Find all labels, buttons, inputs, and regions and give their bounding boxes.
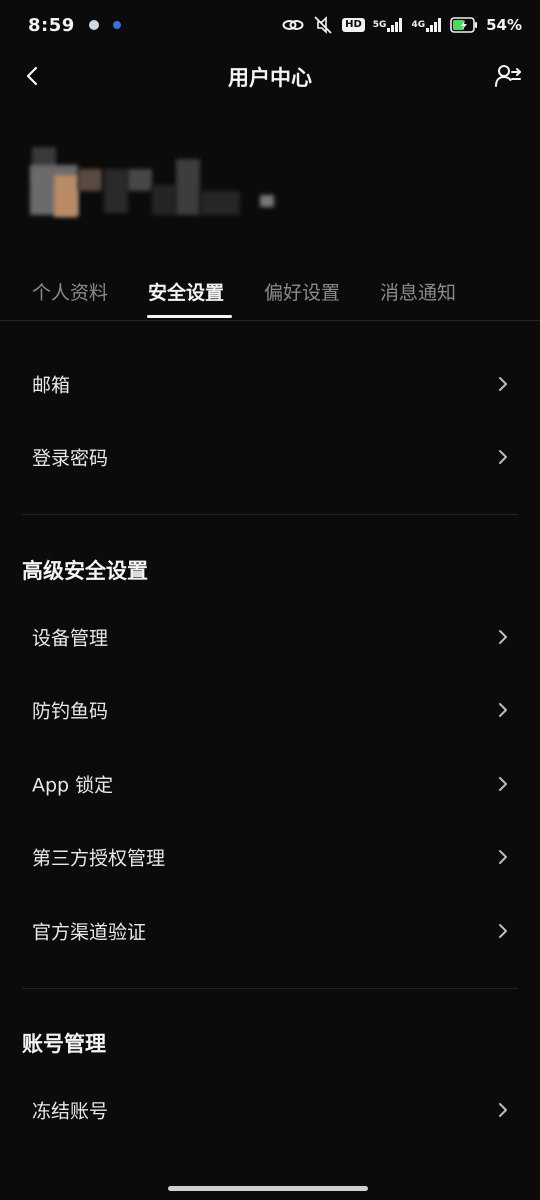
chevron-right-icon xyxy=(498,923,510,939)
chevron-right-icon xyxy=(498,776,510,792)
app-header: 用户中心 xyxy=(0,50,540,102)
mute-icon xyxy=(312,15,334,35)
app-notification-icon-2 xyxy=(112,21,121,29)
status-left: 8:59 xyxy=(28,15,121,36)
chevron-right-icon xyxy=(498,849,510,865)
signal-5g-icon: 5G xyxy=(373,18,404,32)
list-item-app-lock[interactable]: App 锁定 xyxy=(0,754,540,814)
active-tab-indicator xyxy=(147,315,232,318)
list-item-label: 设备管理 xyxy=(32,627,109,650)
blur-block xyxy=(104,169,128,213)
section-divider xyxy=(22,988,518,989)
blur-block xyxy=(260,195,274,207)
list-item-third-party-auth[interactable]: 第三方授权管理 xyxy=(0,827,540,887)
list-item-label: 邮箱 xyxy=(32,374,71,397)
tab-preferences[interactable]: 偏好设置 xyxy=(264,278,340,305)
blur-block xyxy=(54,175,78,217)
list-item-official-channel-verify[interactable]: 官方渠道验证 xyxy=(0,901,540,961)
status-right: HD 5G 4G 54% xyxy=(282,15,522,35)
hd-label: HD xyxy=(342,18,365,32)
list-item-login-password[interactable]: 登录密码 xyxy=(0,427,540,487)
app-notification-icon xyxy=(88,20,99,30)
list-item-label: 第三方授权管理 xyxy=(32,847,166,870)
tab-bar: 个人资料 安全设置 偏好设置 消息通知 xyxy=(0,268,540,321)
link-icon xyxy=(282,16,304,34)
chevron-right-icon xyxy=(498,376,510,392)
blur-block xyxy=(78,169,102,191)
section-divider xyxy=(22,514,518,515)
list-item-anti-phishing-code[interactable]: 防钓鱼码 xyxy=(0,680,540,740)
page-title: 用户中心 xyxy=(228,66,312,90)
list-item-label: 官方渠道验证 xyxy=(32,921,147,944)
blur-block xyxy=(200,191,240,215)
battery-percent: 54% xyxy=(486,16,522,34)
blur-block xyxy=(128,169,152,191)
status-bar: 8:59 HD 5G 4G 54% xyxy=(0,0,540,50)
blur-block xyxy=(152,185,176,215)
list-item-label: App 锁定 xyxy=(32,774,114,797)
chevron-right-icon xyxy=(498,702,510,718)
net-5g-label: 5G xyxy=(372,19,387,30)
list-item-label: 冻结账号 xyxy=(32,1100,109,1123)
tab-notifications[interactable]: 消息通知 xyxy=(380,278,456,305)
list-item-label: 登录密码 xyxy=(32,447,109,470)
chevron-right-icon xyxy=(498,449,510,465)
list-item-device-management[interactable]: 设备管理 xyxy=(0,607,540,667)
tab-security-settings[interactable]: 安全设置 xyxy=(148,278,224,305)
home-indicator[interactable] xyxy=(168,1186,368,1191)
list-item-label: 防钓鱼码 xyxy=(32,700,109,723)
switch-account-icon xyxy=(495,65,521,87)
section-title-advanced: 高级安全设置 xyxy=(22,559,148,583)
battery-charging-icon xyxy=(450,17,478,33)
net-4g-label: 4G xyxy=(411,19,426,30)
chevron-right-icon xyxy=(498,1102,510,1118)
switch-account-button[interactable] xyxy=(490,58,526,94)
chevron-right-icon xyxy=(498,629,510,645)
list-item-email[interactable]: 邮箱 xyxy=(0,354,540,414)
section-title-account: 账号管理 xyxy=(22,1032,106,1056)
signal-4g-icon: 4G xyxy=(411,18,442,32)
blur-block xyxy=(176,159,200,215)
tab-personal-info[interactable]: 个人资料 xyxy=(32,278,108,305)
status-time: 8:59 xyxy=(28,14,75,36)
blurred-profile xyxy=(22,135,282,245)
list-item-freeze-account[interactable]: 冻结账号 xyxy=(0,1080,540,1140)
hd-voice-icon: HD xyxy=(342,18,365,32)
